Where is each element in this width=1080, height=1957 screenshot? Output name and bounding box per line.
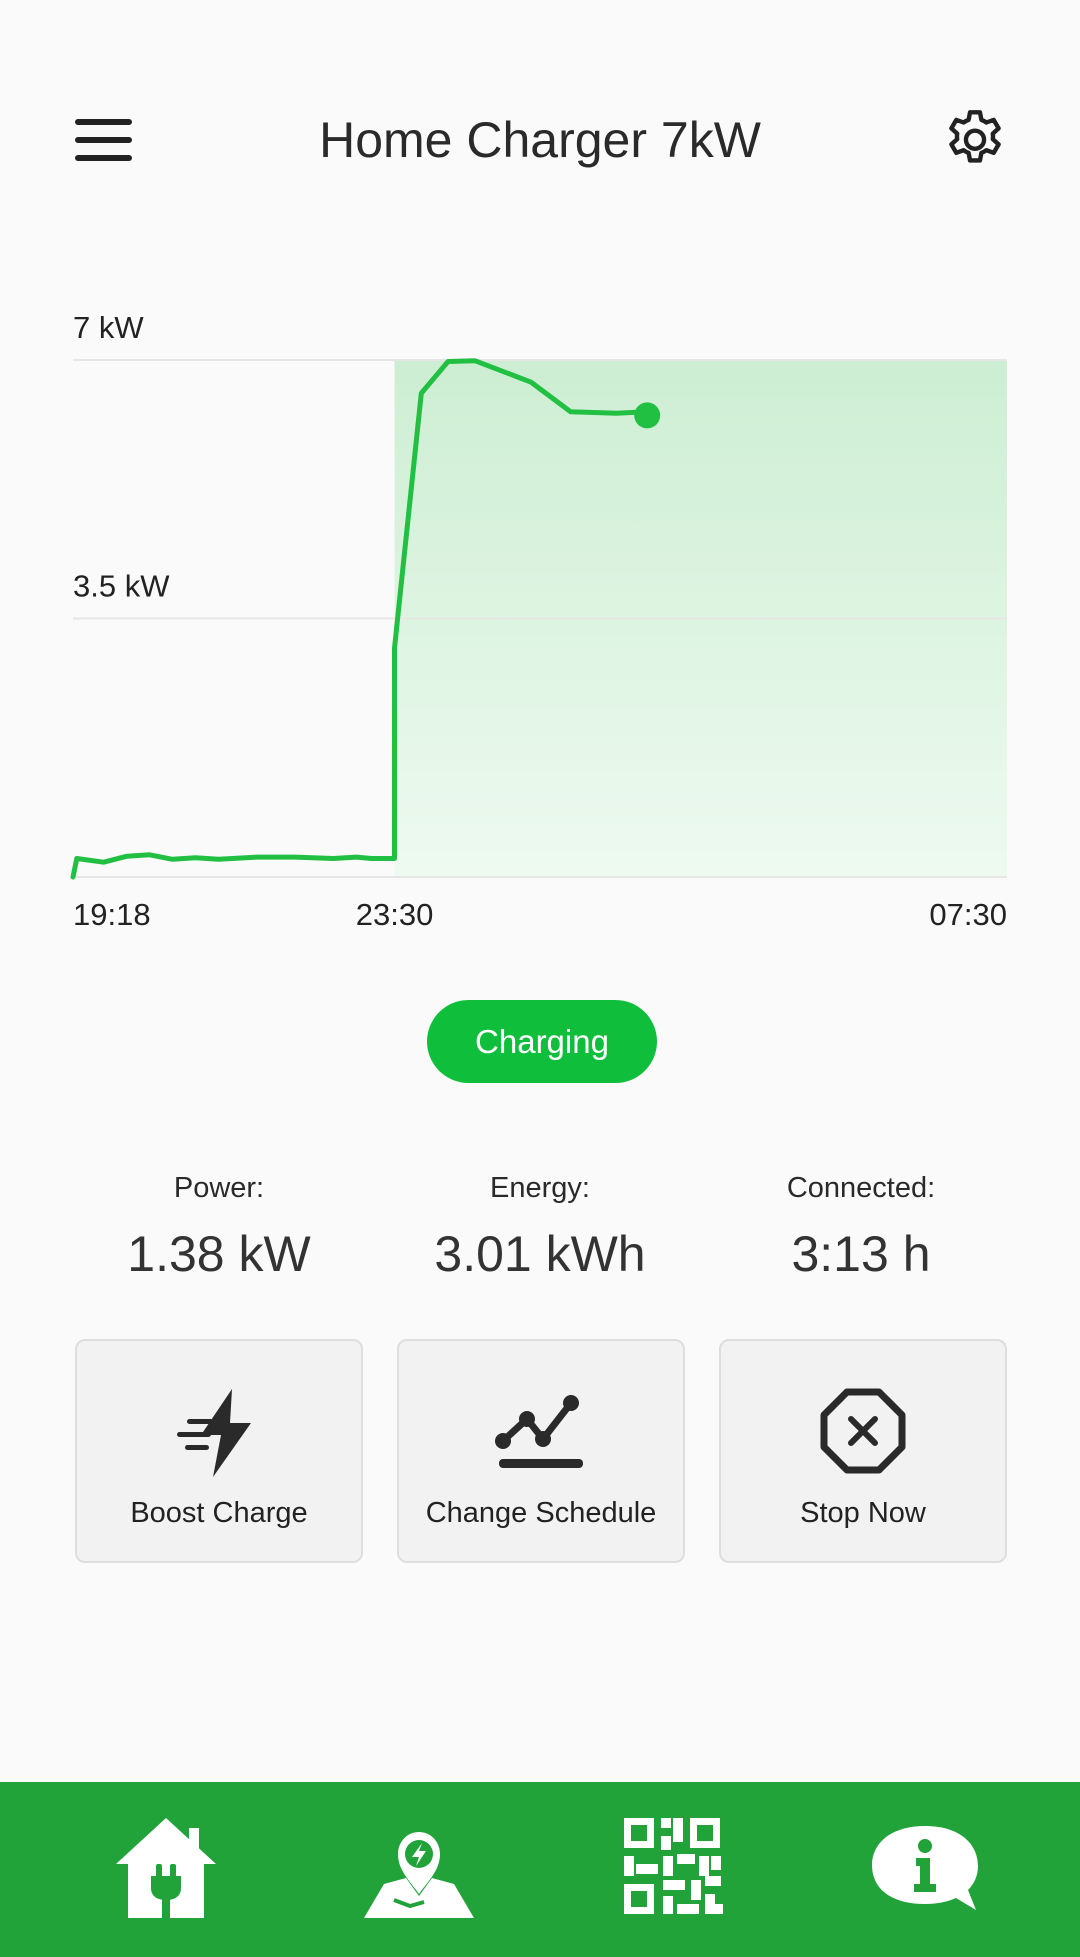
- x-tick-label: 07:30: [929, 897, 1007, 932]
- action-buttons: Boost Charge Change Schedule Stop Now: [0, 1339, 1080, 1563]
- nav-home[interactable]: [101, 1814, 231, 1924]
- stat-connected: Connected: 3:13 h: [700, 1170, 1022, 1284]
- charging-stats: Power: 1.38 kW Energy: 3.01 kWh Connecte…: [0, 1170, 1080, 1300]
- map-pin-lightning-icon: [364, 1832, 474, 1918]
- info-chat-icon: [872, 1826, 978, 1910]
- nav-map[interactable]: [354, 1814, 484, 1924]
- menu-button[interactable]: [70, 108, 140, 172]
- stat-value: 3:13 h: [791, 1226, 931, 1282]
- change-schedule-button[interactable]: Change Schedule: [397, 1339, 685, 1563]
- y-tick-label: 7 kW: [73, 310, 144, 345]
- lightning-bolt-icon: [177, 1389, 251, 1477]
- stat-value: 1.38 kW: [127, 1226, 311, 1282]
- status-badge: Charging: [427, 1000, 657, 1083]
- stat-label: Power:: [173, 1172, 265, 1204]
- change-schedule-label: Change Schedule: [425, 1497, 657, 1529]
- bottom-navigation: [0, 1782, 1080, 1957]
- current-power-point: [634, 402, 661, 429]
- page-title: Home Charger 7kW: [319, 112, 761, 168]
- x-tick-label: 19:18: [73, 897, 151, 932]
- gear-icon: [949, 110, 1001, 163]
- nav-qr-scan[interactable]: [607, 1814, 737, 1924]
- app-header: Home Charger 7kW: [0, 0, 1080, 280]
- home-plug-icon: [116, 1818, 216, 1918]
- stat-energy: Energy: 3.01 kWh: [379, 1170, 701, 1284]
- qr-code-icon: [624, 1818, 723, 1914]
- stat-label: Connected:: [786, 1172, 936, 1204]
- stop-now-label: Stop Now: [800, 1497, 926, 1529]
- power-chart: 7 kW 3.5 kW 19:18 23:30 07:30: [0, 280, 1080, 940]
- stat-label: Energy:: [490, 1172, 590, 1204]
- schedule-graph-icon: [495, 1395, 583, 1468]
- y-tick-label: 3.5 kW: [73, 569, 170, 604]
- power-chart-svg: 7 kW 3.5 kW 19:18 23:30 07:30: [70, 310, 1007, 932]
- stop-octagon-icon: [820, 1388, 906, 1474]
- nav-info[interactable]: [860, 1814, 990, 1924]
- stop-now-button[interactable]: Stop Now: [719, 1339, 1007, 1563]
- settings-button[interactable]: [940, 105, 1010, 175]
- boost-charge-label: Boost Charge: [130, 1497, 308, 1529]
- x-tick-label: 23:30: [356, 897, 434, 932]
- boost-charge-button[interactable]: Boost Charge: [75, 1339, 363, 1563]
- stat-value: 3.01 kWh: [434, 1226, 646, 1282]
- stat-power: Power: 1.38 kW: [58, 1170, 380, 1284]
- hamburger-menu-icon: [70, 108, 140, 172]
